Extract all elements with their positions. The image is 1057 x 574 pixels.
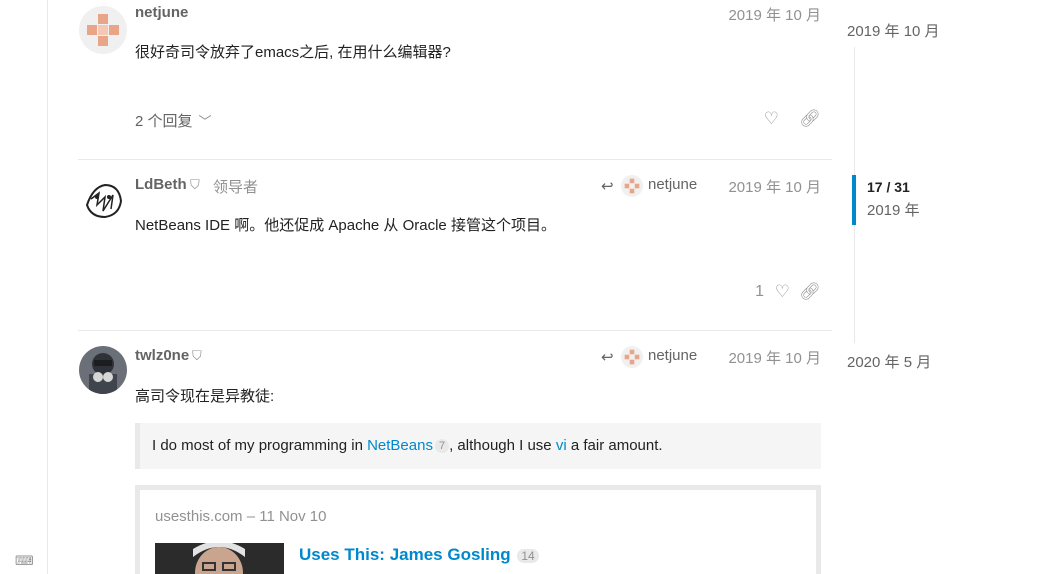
reply-to-username: netjune — [648, 176, 698, 193]
blockquote: I do most of my programming in NetBeans 7… — [135, 423, 821, 469]
post-netjune: netjune 2019 年 10 月 很好奇司令放弃了emacs之后, 在用什… — [78, 0, 832, 159]
click-count: 7 — [434, 439, 450, 454]
username[interactable]: netjune — [135, 4, 188, 21]
like-count[interactable]: 1 — [755, 283, 764, 301]
heart-icon[interactable]: ♡ — [775, 282, 790, 302]
post-meta: twlz0ne ⛉ ↩ netjune 2019 年 10 月 — [135, 346, 821, 369]
avatar[interactable] — [79, 175, 127, 223]
post-controls: 2 个回复 ﹀ ♡ 🔗︎ — [135, 104, 821, 136]
reply-to-avatar — [621, 346, 643, 368]
username[interactable]: twlz0ne — [135, 347, 189, 364]
post-date[interactable]: 2019 年 10 月 — [728, 4, 821, 25]
post-meta: netjune 2019 年 10 月 — [135, 4, 821, 26]
topic-timeline: 2019 年 10 月 17 / 31 2019 年 2020 年 5 月 — [840, 0, 1050, 574]
quote-text: I do most of my programming in — [152, 437, 368, 454]
onebox-thumbnail[interactable] — [155, 543, 284, 574]
post-meta: LdBeth ⛉ 领导者 ↩ netjune 2019 年 10 月 — [135, 175, 821, 198]
onebox-source[interactable]: usesthis.com – 11 Nov 10 — [155, 508, 801, 525]
post-date[interactable]: 2019 年 10 月 — [728, 176, 821, 197]
link-icon[interactable]: 🔗︎ — [799, 282, 821, 302]
netbeans-link[interactable]: NetBeans — [367, 437, 433, 454]
click-count: 14 — [517, 548, 539, 563]
timeline-handle[interactable] — [852, 175, 856, 225]
post-twlz0ne: twlz0ne ⛉ ↩ netjune 2019 年 10 月 高司令现在是异教… — [78, 330, 832, 574]
post-body: NetBeans IDE 啊。他还促成 Apache 从 Oracle 接管这个… — [135, 217, 556, 234]
timeline-position: 17 / 31 — [867, 179, 910, 195]
post-ldbeth: LdBeth ⛉ 领导者 ↩ netjune 2019 年 10 月 NetBe… — [78, 159, 832, 330]
onebox-title[interactable]: Uses This: James Gosling 14 — [299, 545, 539, 565]
reply-to-avatar — [621, 175, 643, 197]
replies-button[interactable]: 2 个回复 ﹀ — [135, 110, 212, 131]
reply-arrow-icon: ↩ — [601, 349, 614, 366]
onebox: usesthis.com – 11 Nov 10 Uses This: Jame… — [135, 485, 821, 574]
post-body: 很好奇司令放弃了emacs之后, 在用什么编辑器? — [135, 44, 451, 61]
reply-arrow-icon: ↩ — [601, 178, 614, 195]
reply-to-username: netjune — [648, 347, 698, 364]
timeline-end-date[interactable]: 2020 年 5 月 — [847, 351, 931, 372]
quote-text: a fair amount. — [566, 437, 663, 454]
quote-text: , although I use — [449, 437, 556, 454]
keyboard-icon[interactable]: ⌨ — [15, 553, 34, 569]
replies-label: 2 个回复 — [135, 113, 193, 130]
avatar[interactable] — [79, 6, 127, 54]
user-title: 领导者 — [213, 179, 259, 196]
post-date[interactable]: 2019 年 10 月 — [728, 347, 821, 368]
post-controls: 1 ♡ 🔗︎ — [135, 277, 821, 309]
post-body: 高司令现在是异教徒: — [135, 388, 275, 405]
timeline-position-date: 2019 年 — [867, 202, 920, 219]
avatar[interactable] — [79, 346, 127, 394]
username[interactable]: LdBeth — [135, 176, 187, 193]
heart-icon[interactable]: ♡ — [764, 109, 779, 129]
vi-link[interactable]: vi — [556, 437, 567, 454]
timeline-start-date[interactable]: 2019 年 10 月 — [847, 20, 940, 41]
onebox-title-text: Uses This: James Gosling — [299, 545, 511, 564]
chevron-down-icon: ﹀ — [198, 114, 212, 129]
link-icon[interactable]: 🔗︎ — [799, 109, 821, 129]
shield-icon: ⛉ — [192, 348, 202, 363]
shield-icon: ⛉ — [190, 177, 200, 192]
left-rail: ⌨ — [0, 0, 48, 574]
